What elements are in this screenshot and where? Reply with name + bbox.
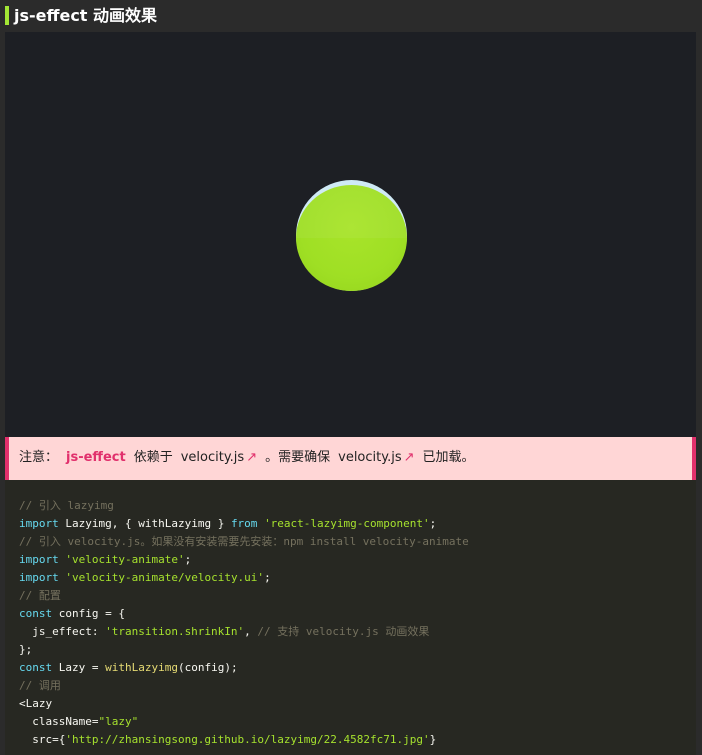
code-line: import 'velocity-animate'; — [19, 551, 696, 569]
notice-text-1: 依赖于 — [133, 450, 173, 465]
ball-sheen — [296, 185, 407, 238]
external-link-icon[interactable]: ↗ — [246, 450, 257, 465]
code-line: // 调用 — [19, 677, 696, 695]
code-line: const Lazy = withLazyimg(config); — [19, 659, 696, 677]
code-token: 'velocity-animate' — [65, 553, 185, 566]
page: js-effect 动画效果 注意： js-effect 依赖于 velocity.j… — [0, 0, 702, 755]
code-token: src={ — [19, 733, 66, 746]
notice-highlight: js-effect — [66, 450, 126, 465]
code-line: src={'http://zhansingsong.github.io/lazy… — [19, 731, 696, 749]
code-token: from — [230, 517, 258, 530]
code-token: import — [19, 571, 59, 584]
code-token: 'react-lazyimg-component' — [264, 517, 430, 530]
code-token: ; — [184, 553, 192, 566]
notice-text-2: 。需要确保 — [265, 450, 331, 465]
code-token: // 引入 lazyimg — [19, 499, 114, 512]
code-token: // 配置 — [19, 589, 61, 602]
code-token: // 支持 velocity.js 动画效果 — [257, 625, 430, 638]
code-line: // 引入 lazyimg — [19, 497, 696, 515]
section-header: js-effect 动画效果 — [0, 0, 702, 32]
code-block: // 引入 lazyimg import Lazyimg, { withLazyi… — [5, 480, 696, 755]
code-token: Lazyimg, { withLazyimg } — [58, 517, 231, 530]
external-link-icon[interactable]: ↗ — [404, 450, 415, 465]
code-token: } — [429, 733, 437, 746]
code-line: className="lazy" — [19, 713, 696, 731]
code-token: Lazy = — [52, 661, 106, 674]
notice-text-3: 已加载。 — [422, 450, 475, 465]
code-token: withLazyimg — [105, 661, 178, 674]
code-token: config = { — [52, 607, 125, 620]
code-token: , — [244, 625, 258, 638]
code-token: ; — [264, 571, 271, 584]
code-line: import 'velocity-animate/velocity.ui'; — [19, 569, 696, 587]
animation-demo-area — [5, 32, 696, 437]
notice-box: 注意： js-effect 依赖于 velocity.js ↗ 。需要确保 velocity… — [5, 437, 696, 480]
code-token: import — [19, 517, 59, 530]
velocity-link-2[interactable]: velocity.js — [338, 450, 401, 465]
code-line: // 配置 — [19, 587, 696, 605]
code-token: <Lazy — [19, 697, 53, 710]
code-content: // 引入 lazyimg import Lazyimg, { withLazyi… — [5, 480, 696, 749]
code-token: }; — [19, 643, 33, 656]
code-line: const config = { — [19, 605, 696, 623]
code-token: 'transition.shrinkIn' — [105, 625, 245, 638]
code-token: 'velocity-animate/velocity.ui' — [65, 571, 265, 584]
code-token: const — [19, 607, 53, 620]
code-token: import — [19, 553, 59, 566]
code-line: import Lazyimg, { withLazyimg } from 're… — [19, 515, 696, 533]
code-token: // 调用 — [19, 679, 61, 692]
notice-label: 注意： — [19, 450, 59, 465]
code-token: const — [19, 661, 53, 674]
code-token: js_effect: — [19, 625, 106, 638]
section-title: js-effect 动画效果 — [14, 6, 158, 25]
code-line: js_effect: 'transition.shrinkIn', // 支持 … — [19, 623, 696, 641]
code-token: // 引入 velocity.js。如果没有安装需要先安装：npm instal… — [19, 535, 469, 548]
code-token: ; — [429, 517, 437, 530]
code-token: 'http://zhansingsong.github.io/lazyimg/2… — [65, 733, 430, 746]
code-line: }; — [19, 641, 696, 659]
code-line: // 引入 velocity.js。如果没有安装需要先安装：npm instal… — [19, 533, 696, 551]
code-token: className= — [19, 715, 99, 728]
header-accent-bar — [5, 6, 9, 25]
code-token: (config); — [177, 661, 238, 674]
notice-text: 注意： js-effect 依赖于 velocity.js ↗ 。需要确保 velocity… — [19, 448, 475, 468]
notice-right-border — [692, 437, 696, 480]
velocity-link-1[interactable]: velocity.js — [181, 450, 244, 465]
code-line: <Lazy — [19, 695, 696, 713]
notice-left-border — [5, 437, 9, 480]
code-token: "lazy" — [98, 715, 139, 728]
animated-ball — [296, 180, 407, 291]
